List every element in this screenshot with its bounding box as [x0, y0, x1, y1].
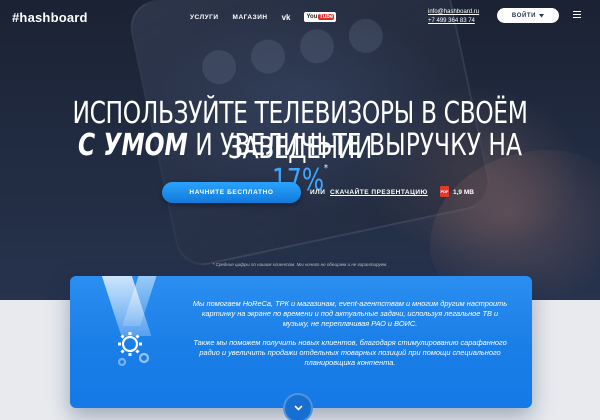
headline-bold: С УМОМ	[77, 128, 188, 163]
vk-icon[interactable]: vk	[282, 13, 291, 22]
gears-icon	[117, 332, 150, 367]
pdf-icon: PDF	[440, 186, 449, 197]
card-text: Мы помогаем HoReCa, ТРК и магазинам, eve…	[190, 299, 510, 368]
card-paragraph-2: Также мы поможем получить новых клиентов…	[193, 337, 507, 368]
login-button-label: ВОЙТИ	[511, 12, 537, 19]
file-size: 1,9 MB	[453, 189, 474, 196]
main-nav: УСЛУГИ МАГАЗИН vk You Tube	[190, 12, 337, 22]
chevron-down-icon	[539, 13, 545, 17]
email-link[interactable]: info@hashboard.ru	[428, 9, 479, 15]
logo[interactable]: #hashboard	[12, 10, 88, 25]
nav-item-services[interactable]: УСЛУГИ	[190, 14, 219, 21]
youtube-icon-you: You	[306, 14, 318, 20]
scroll-down-icon	[293, 405, 303, 411]
download-presentation-link[interactable]: СКАЧАЙТЕ ПРЕЗЕНТАЦИЮ	[330, 189, 428, 196]
youtube-icon-tube: Tube	[318, 14, 335, 20]
phone-link[interactable]: +7 499 364 83 74	[428, 18, 475, 24]
scroll-down-button[interactable]	[283, 393, 313, 420]
card-paragraph-1: Мы помогаем HoReCa, ТРК и магазинам, eve…	[192, 299, 508, 329]
or-label: ИЛИ	[310, 189, 326, 196]
youtube-icon[interactable]: You Tube	[304, 12, 337, 22]
headline-footnote-mark: *	[324, 163, 328, 174]
login-button[interactable]: ВОЙТИ	[497, 8, 559, 23]
start-free-button[interactable]: НАЧНИТЕ БЕСПЛАТНО	[162, 182, 301, 203]
headline-rest: И УВЕЛИЧЬТЕ ВЫРУЧКУ НА	[187, 128, 523, 163]
contacts: info@hashboard.ru +7 499 364 83 74	[428, 8, 479, 26]
nav-item-shop[interactable]: МАГАЗИН	[233, 14, 268, 21]
hero-section: #hashboard УСЛУГИ МАГАЗИН vk You Tube inf…	[0, 0, 600, 300]
menu-icon[interactable]	[573, 11, 581, 18]
info-card: Мы помогаем HoReCa, ТРК и магазинам, eve…	[70, 276, 532, 408]
footnote: * Средние цифры по нашим клиентам. Мы ни…	[212, 262, 388, 267]
